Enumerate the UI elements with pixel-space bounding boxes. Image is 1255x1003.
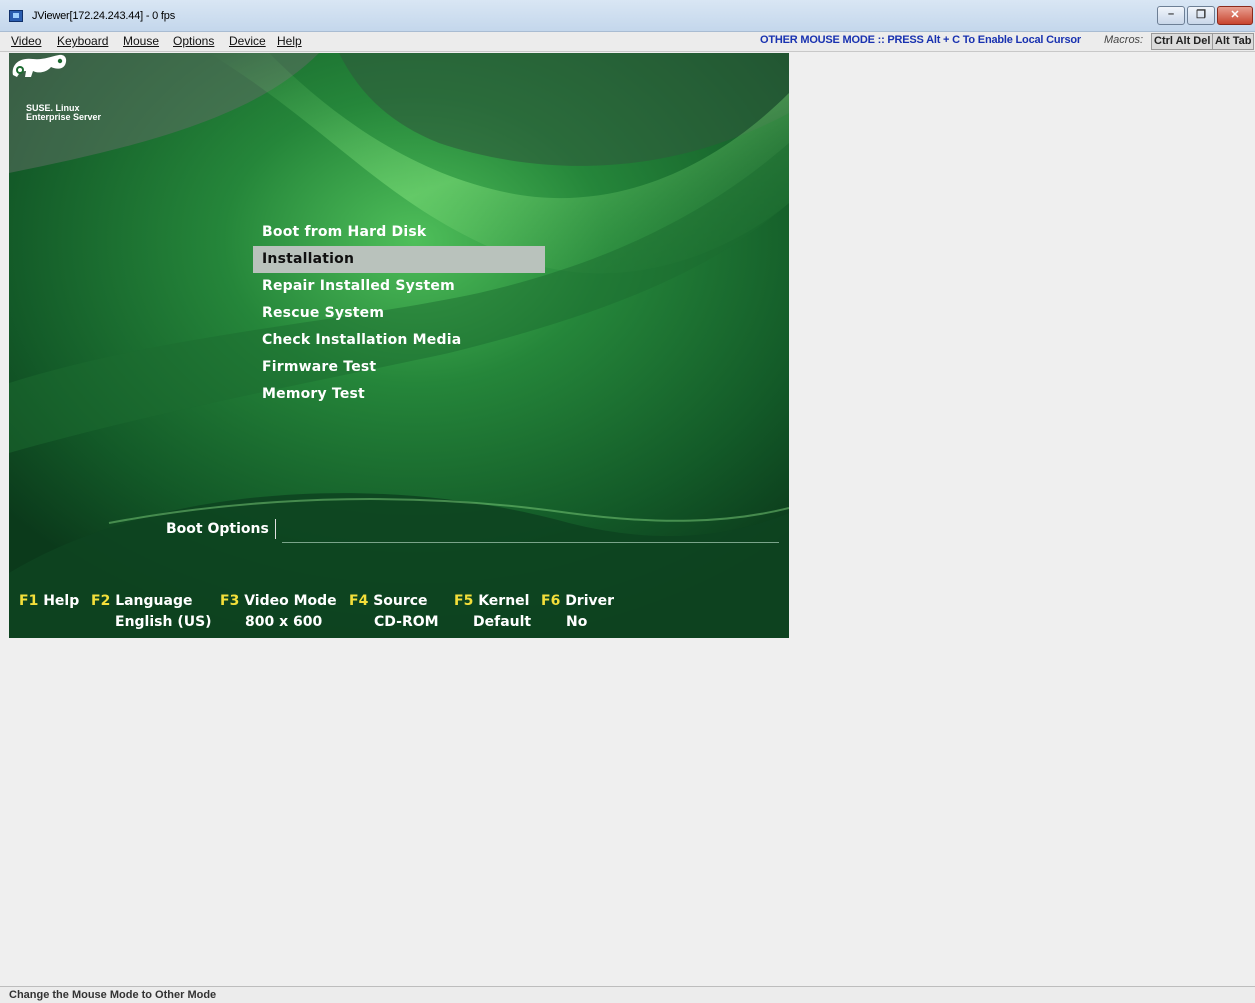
- jviewer-app-icon: [9, 10, 23, 22]
- menu-options[interactable]: Options: [173, 34, 214, 48]
- fkey-f1[interactable]: F1 Help: [19, 593, 79, 609]
- menu-keyboard[interactable]: Keyboard: [57, 34, 108, 48]
- macro-ctrl-alt-del-button[interactable]: Ctrl Alt Del: [1151, 33, 1214, 50]
- fkey-f5[interactable]: F5 Kernel: [454, 593, 529, 609]
- menu-video[interactable]: Video: [11, 34, 41, 48]
- suse-chameleon-logo-icon: [12, 54, 67, 77]
- status-bar: Change the Mouse Mode to Other Mode: [0, 986, 1255, 1003]
- mouse-mode-message: OTHER MOUSE MODE :: PRESS Alt + C To Ena…: [760, 34, 1081, 46]
- menu-help[interactable]: Help: [277, 34, 302, 48]
- fkey-f6-value: No: [566, 614, 588, 630]
- remote-screen[interactable]: SUSE. Linux Enterprise Server Boot from …: [9, 53, 789, 638]
- boot-menu: Boot from Hard Disk Installation Repair …: [253, 219, 545, 408]
- boot-item-rescue[interactable]: Rescue System: [253, 300, 545, 327]
- fkey-f2[interactable]: F2 Language: [91, 593, 192, 609]
- menu-mouse[interactable]: Mouse: [123, 34, 159, 48]
- fkey-f3[interactable]: F3 Video Mode: [220, 593, 337, 609]
- boot-item-hard-disk[interactable]: Boot from Hard Disk: [253, 219, 545, 246]
- boot-item-installation[interactable]: Installation: [253, 246, 545, 273]
- minimize-button[interactable]: –: [1157, 6, 1185, 25]
- minimize-icon: –: [1167, 8, 1175, 20]
- boot-options-label: Boot Options: [166, 521, 269, 537]
- status-text: Change the Mouse Mode to Other Mode: [9, 989, 217, 1001]
- boot-item-check-media[interactable]: Check Installation Media: [253, 327, 545, 354]
- fkey-f5-value: Default: [473, 614, 532, 630]
- macro-alt-tab-button[interactable]: Alt Tab: [1212, 33, 1255, 50]
- fkey-f6[interactable]: F6 Driver: [541, 593, 614, 609]
- close-icon: ✕: [1230, 9, 1240, 21]
- menu-device[interactable]: Device: [229, 34, 266, 48]
- menu-bar: Video Keyboard Mouse Options Device Help…: [0, 32, 1255, 52]
- fkey-f4-value: CD-ROM: [374, 614, 439, 630]
- title-bar: JViewer[172.24.243.44] - 0 fps – ❐ ✕: [0, 0, 1255, 32]
- boot-item-firmware-test[interactable]: Firmware Test: [253, 354, 545, 381]
- boot-options-input[interactable]: [282, 542, 779, 543]
- boot-item-memory-test[interactable]: Memory Test: [253, 381, 545, 408]
- fkey-f3-value: 800 x 600: [245, 614, 323, 630]
- fkey-f4[interactable]: F4 Source: [349, 593, 428, 609]
- boot-item-repair[interactable]: Repair Installed System: [253, 273, 545, 300]
- window-title: JViewer[172.24.243.44] - 0 fps: [32, 10, 176, 22]
- restore-button[interactable]: ❐: [1187, 6, 1215, 25]
- close-button[interactable]: ✕: [1217, 6, 1253, 25]
- text-cursor: [275, 519, 276, 539]
- restore-icon: ❐: [1196, 9, 1206, 21]
- suse-logo-text: SUSE. Linux Enterprise Server: [26, 103, 102, 122]
- macros-label: Macros:: [1104, 34, 1144, 46]
- fkey-f2-value: English (US): [115, 614, 212, 630]
